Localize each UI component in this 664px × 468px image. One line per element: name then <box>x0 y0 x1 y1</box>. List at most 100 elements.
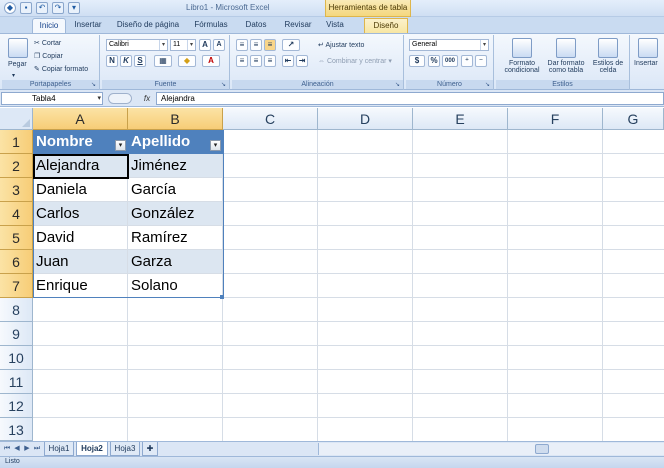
save-icon[interactable]: ▪ <box>20 2 32 14</box>
next-sheet-icon[interactable]: ▶ <box>22 444 32 454</box>
align-left-icon[interactable]: ≡ <box>236 55 248 67</box>
select-all-button[interactable] <box>0 108 33 130</box>
formula-bar-splitter[interactable] <box>108 93 132 104</box>
format-as-table-icon[interactable] <box>556 38 576 58</box>
shrink-font-icon[interactable]: A <box>213 39 225 51</box>
align-center-icon[interactable]: ≡ <box>250 55 262 67</box>
row-header[interactable]: 11 <box>0 370 33 394</box>
increase-decimal-icon[interactable]: ⁺ <box>461 55 473 67</box>
tab-formulas[interactable]: Fórmulas <box>188 18 234 33</box>
row-header[interactable]: 5 <box>0 226 33 250</box>
row-header[interactable]: 13 <box>0 418 33 441</box>
align-top-icon[interactable]: ≡ <box>236 39 248 51</box>
italic-button[interactable]: K <box>120 55 132 67</box>
grow-font-icon[interactable]: A <box>199 39 211 51</box>
redo-icon[interactable]: ↷ <box>52 2 64 14</box>
row-header[interactable]: 7 <box>0 274 33 298</box>
align-middle-icon[interactable]: ≡ <box>250 39 262 51</box>
cell-styles-button[interactable]: Estilos de celda <box>590 60 626 74</box>
row-header[interactable]: 6 <box>0 250 33 274</box>
insert-cells-button[interactable]: Insertar <box>634 60 658 67</box>
column-header-a[interactable]: A <box>33 108 128 130</box>
row-header[interactable]: 8 <box>0 298 33 322</box>
tab-datos[interactable]: Datos <box>238 18 274 33</box>
copy-button[interactable]: ❐ Copiar <box>34 52 63 60</box>
customize-qat-icon[interactable]: ▾ <box>68 2 80 14</box>
tab-vista[interactable]: Vista <box>320 18 350 33</box>
decrease-decimal-icon[interactable]: ⁻ <box>475 55 487 67</box>
column-header-f[interactable]: F <box>508 108 603 130</box>
currency-button[interactable]: $ <box>409 55 425 67</box>
wrap-text-button[interactable]: ↵ Ajustar texto <box>318 41 364 49</box>
horizontal-scrollbar[interactable] <box>318 443 664 455</box>
number-launcher-icon[interactable]: ↘ <box>485 82 492 89</box>
font-name-select[interactable]: Calibri ▾ <box>106 39 168 51</box>
cell-styles-icon[interactable] <box>598 38 618 58</box>
scrollbar-thumb[interactable] <box>535 444 549 454</box>
table-cell[interactable]: Carlos <box>33 202 128 226</box>
first-sheet-icon[interactable]: ⏮ <box>2 444 12 454</box>
insert-sheet-icon[interactable]: ✚ <box>142 442 158 456</box>
decrease-indent-icon[interactable]: ⇤ <box>282 55 294 67</box>
tab-inicio[interactable]: Inicio <box>32 18 66 33</box>
table-cell[interactable]: García <box>128 178 223 202</box>
insert-function-icon[interactable]: fx <box>140 92 154 105</box>
paste-dropdown-icon[interactable]: ▾ <box>12 72 15 79</box>
paste-icon[interactable] <box>8 38 28 58</box>
last-sheet-icon[interactable]: ⏭ <box>32 444 42 454</box>
row-header[interactable]: 10 <box>0 346 33 370</box>
row-header[interactable]: 9 <box>0 322 33 346</box>
clipboard-launcher-icon[interactable]: ↘ <box>91 82 98 89</box>
thousands-button[interactable]: 000 <box>442 55 458 67</box>
column-header-c[interactable]: C <box>223 108 318 130</box>
column-header-d[interactable]: D <box>318 108 413 130</box>
bold-button[interactable]: N <box>106 55 118 67</box>
column-header-b[interactable]: B <box>128 108 223 130</box>
office-button[interactable]: ◆ <box>4 2 16 14</box>
font-launcher-icon[interactable]: ↘ <box>221 82 228 89</box>
underline-button[interactable]: S <box>134 55 146 67</box>
align-bottom-icon[interactable]: ≡ <box>264 39 276 51</box>
tab-revisar[interactable]: Revisar <box>278 18 318 33</box>
fill-color-icon[interactable]: ◆ <box>178 55 196 67</box>
worksheet-grid[interactable]: A B C D E F G 1 2 3 4 5 6 7 8 9 10 11 12… <box>0 108 664 441</box>
merge-center-button[interactable]: ⇔ Combinar y centrar ▾ <box>318 57 392 65</box>
sheet-tab-hoja2[interactable]: Hoja2 <box>76 442 108 456</box>
row-header[interactable]: 12 <box>0 394 33 418</box>
number-format-select[interactable]: General ▾ <box>409 39 489 51</box>
alignment-launcher-icon[interactable]: ↘ <box>395 82 402 89</box>
percent-button[interactable]: % <box>428 55 440 67</box>
insert-cells-icon[interactable] <box>638 38 658 58</box>
row-header[interactable]: 2 <box>0 154 33 178</box>
row-header[interactable]: 4 <box>0 202 33 226</box>
formula-input[interactable]: Alejandra <box>156 92 664 105</box>
sheet-tab-hoja1[interactable]: Hoja1 <box>44 442 74 456</box>
table-header-nombre[interactable]: Nombre ▾ <box>33 130 128 154</box>
undo-icon[interactable]: ↶ <box>36 2 48 14</box>
table-cell[interactable]: Daniela <box>33 178 128 202</box>
font-size-select[interactable]: 11 ▾ <box>170 39 196 51</box>
table-resize-handle[interactable] <box>220 295 224 299</box>
table-cell[interactable]: Garza <box>128 250 223 274</box>
table-cell[interactable]: Jiménez <box>128 154 223 178</box>
table-header-apellido[interactable]: Apellido ▾ <box>128 130 223 154</box>
tab-diseno[interactable]: Diseño <box>364 18 408 33</box>
prev-sheet-icon[interactable]: ◀ <box>12 444 22 454</box>
table-cell[interactable]: David <box>33 226 128 250</box>
table-cell[interactable]: Ramírez <box>128 226 223 250</box>
conditional-format-button[interactable]: Formato condicional <box>502 60 542 74</box>
increase-indent-icon[interactable]: ⇥ <box>296 55 308 67</box>
row-header[interactable]: 1 <box>0 130 33 154</box>
paste-button[interactable]: Pegar <box>8 61 27 68</box>
name-box[interactable]: Tabla4 ▾ <box>1 92 103 105</box>
sheet-tab-hoja3[interactable]: Hoja3 <box>110 442 140 456</box>
table-cell[interactable]: Juan <box>33 250 128 274</box>
format-as-table-button[interactable]: Dar formato como tabla <box>546 60 586 74</box>
row-header[interactable]: 3 <box>0 178 33 202</box>
borders-icon[interactable]: ▦ <box>154 55 172 67</box>
tab-insertar[interactable]: Insertar <box>68 18 108 33</box>
orientation-icon[interactable]: ↗ <box>282 39 300 51</box>
tab-diseno-pagina[interactable]: Diseño de página <box>112 18 184 33</box>
font-color-icon[interactable]: A <box>202 55 220 67</box>
cut-button[interactable]: ✂ Cortar <box>34 39 61 47</box>
